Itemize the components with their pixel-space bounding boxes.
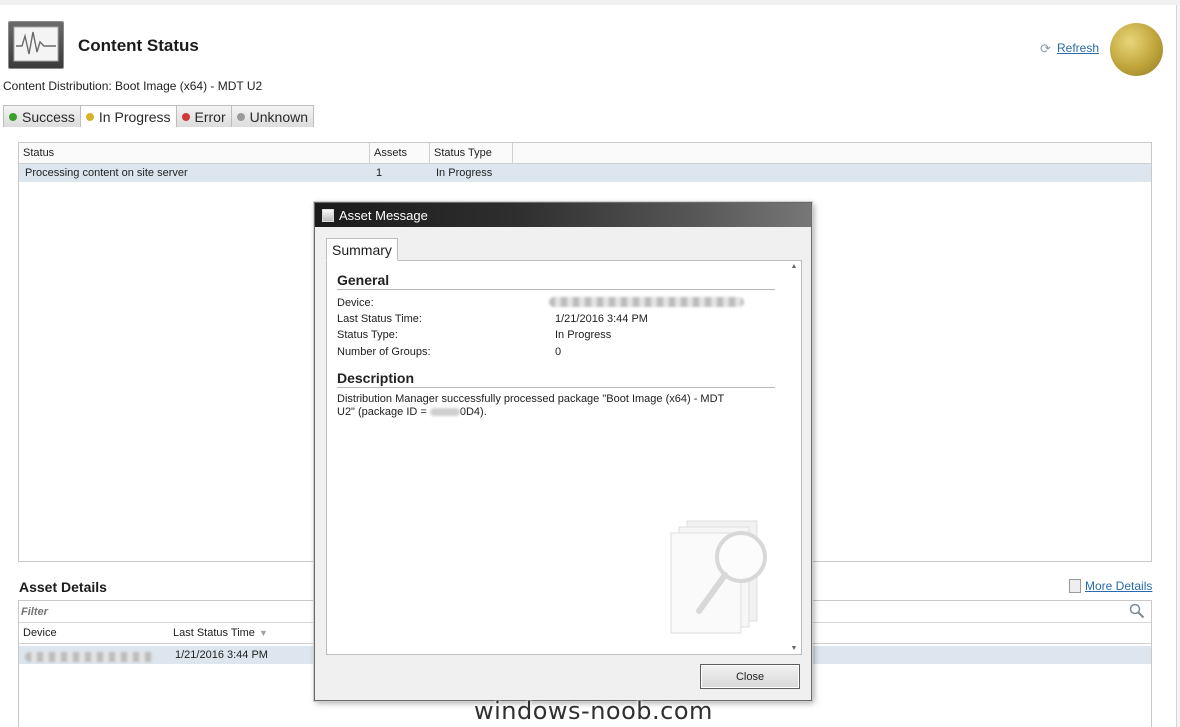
tab-summary[interactable]: Summary: [326, 238, 398, 261]
column-header-status-type[interactable]: Status Type: [430, 143, 513, 163]
dialog-title: Asset Message: [339, 207, 428, 223]
column-header-assets[interactable]: Assets: [370, 143, 430, 163]
unknown-dot-icon: [236, 112, 245, 121]
device-value-redacted: [549, 297, 744, 310]
column-header-status[interactable]: Status: [19, 143, 370, 163]
number-of-groups-label: Number of Groups:: [337, 346, 431, 358]
description-part1: Distribution Manager successfully proces…: [337, 393, 725, 418]
redacted-device-name: [25, 652, 155, 662]
cell-last-status-time: 1/21/2016 3:44 PM: [175, 649, 268, 661]
redacted-package-id: [429, 408, 460, 417]
status-tabs: Success In Progress Error Unknown: [3, 105, 315, 127]
device-label: Device:: [337, 297, 374, 309]
sort-down-icon: ▼: [258, 628, 268, 638]
window-edge: [1176, 5, 1180, 727]
watermark-text: windows-noob.com: [474, 697, 713, 725]
tab-error[interactable]: Error: [175, 105, 232, 127]
general-heading: General: [337, 272, 775, 290]
document-icon: [1069, 579, 1081, 593]
last-status-time-label: Last Status Time:: [337, 313, 422, 325]
refresh-icon: ⟳: [1040, 40, 1051, 56]
scroll-down-icon[interactable]: ▼: [789, 645, 799, 652]
more-details-button[interactable]: More Details: [1069, 579, 1152, 593]
scroll-up-icon[interactable]: ▲: [789, 263, 799, 270]
magnifier-documents-icon: [670, 520, 767, 634]
error-dot-icon: [181, 112, 190, 121]
success-dot-icon: [9, 112, 17, 121]
asset-message-dialog: Asset Message Summary General Device: La…: [314, 202, 812, 701]
status-orb: [1110, 23, 1163, 76]
tab-in-progress[interactable]: In Progress: [79, 105, 177, 127]
last-status-time-value: 1/21/2016 3:44 PM: [555, 313, 648, 325]
description-heading: Description: [337, 370, 775, 388]
refresh-button[interactable]: ⟳ Refresh: [1040, 41, 1099, 55]
tab-label: Success: [22, 108, 75, 125]
asset-details-title: Asset Details: [19, 579, 107, 595]
cell-status-type: In Progress: [436, 167, 493, 179]
search-icon[interactable]: [1129, 603, 1145, 619]
scrollbar[interactable]: ▲ ▼: [789, 263, 799, 652]
more-details-link[interactable]: More Details: [1085, 579, 1152, 593]
summary-panel: General Device: Last Status Time: 1/21/2…: [326, 260, 802, 655]
tab-label: Unknown: [249, 108, 309, 125]
message-icon: [322, 208, 334, 222]
status-type-value: In Progress: [555, 329, 612, 341]
cell-device-redacted: [19, 646, 169, 664]
column-header-last-status-time[interactable]: Last Status Time ▼: [169, 623, 319, 643]
dialog-title-bar[interactable]: Asset Message: [315, 203, 811, 227]
tab-label: Error: [194, 108, 226, 125]
cell-status: Processing content on site server: [25, 167, 188, 179]
in-progress-dot-icon: [85, 112, 94, 121]
cell-assets: 1: [376, 167, 383, 179]
refresh-link[interactable]: Refresh: [1057, 41, 1099, 55]
tab-success[interactable]: Success: [3, 105, 81, 127]
monitor-heartbeat-icon: [8, 21, 64, 69]
status-type-label: Status Type:: [337, 329, 398, 341]
page-title: Content Status: [78, 36, 199, 55]
content-distribution-label: Content Distribution: Boot Image (x64) -…: [3, 79, 263, 93]
column-header-device[interactable]: Device: [19, 623, 169, 643]
close-button[interactable]: Close: [700, 664, 800, 689]
tab-label: In Progress: [98, 108, 171, 125]
tab-unknown[interactable]: Unknown: [230, 105, 315, 127]
redacted-device-name: [549, 297, 744, 307]
table-row[interactable]: Processing content on site server 1 In P…: [19, 164, 1151, 182]
description-part2: 0D4).: [459, 406, 487, 418]
column-label: Last Status Time: [173, 627, 255, 639]
status-grid-header: Status Assets Status Type: [19, 143, 1151, 164]
number-of-groups-value: 0: [555, 346, 562, 358]
description-text: Distribution Manager successfully proces…: [337, 393, 737, 419]
